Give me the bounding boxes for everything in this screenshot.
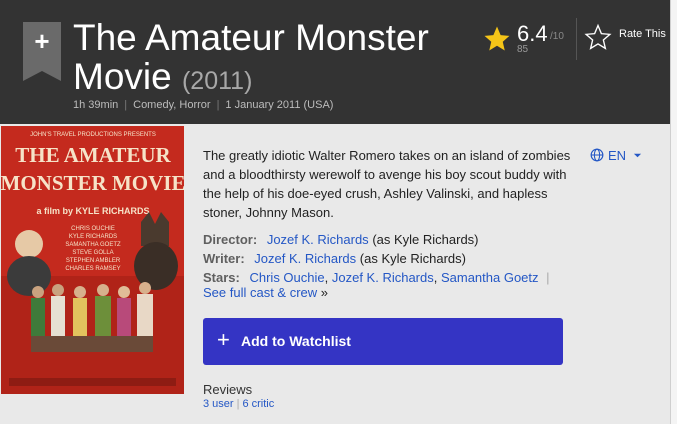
poster-image[interactable]: JOHN'S TRAVEL PRODUCTIONS PRESENTS THE A… [1,126,184,394]
release-date-link[interactable]: 1 January 2011 (USA) [225,99,333,111]
plus-icon: + [34,26,50,56]
reviews-heading: Reviews [203,382,253,397]
star-link[interactable]: Samantha Goetz [441,270,539,285]
stars-credit: Stars: Chris Ouchie, Jozef K. Richards, … [203,270,550,285]
title-header: + The Amateur Monster Movie (2011) 1h 39… [0,0,670,124]
title-page: + The Amateur Monster Movie (2011) 1h 39… [0,0,677,424]
add-to-watchlist-button[interactable]: + Add to Watchlist [203,318,563,365]
runtime: 1h 39min [73,99,119,111]
full-cast-link[interactable]: See full cast & crew [203,285,317,300]
poster-artwork: JOHN'S TRAVEL PRODUCTIONS PRESENTS THE A… [1,126,184,394]
poster-cast-name: CHARLES RAMSEY [65,266,120,272]
full-cast-row: See full cast & crew » [203,285,328,300]
user-reviews-link[interactable]: 3 user [203,398,234,410]
director-label: Director: [203,232,258,247]
poster-cast-name: KYLE RICHARDS [69,234,117,240]
movie-year: (2011) [181,67,253,95]
divider [576,18,577,60]
writer-link[interactable]: Jozef K. Richards [254,251,356,266]
scrollbar[interactable] [670,0,677,424]
reviews-links: 3 user | 6 critic [203,398,275,410]
writer-note: (as Kyle Richards) [359,251,466,266]
rate-this-button[interactable]: Rate This [583,22,673,54]
poster-credit: a film by KYLE RICHARDS [36,206,149,216]
director-link[interactable]: Jozef K. Richards [267,232,369,247]
poster-cast-name: SAMANTHA GOETZ [65,242,121,248]
writer-credit: Writer: Jozef K. Richards (as Kyle Richa… [203,251,466,266]
add-to-watchlist-label: Add to Watchlist [241,333,351,349]
rating-count[interactable]: 85 [517,44,528,55]
watchlist-ribbon-button[interactable]: + [23,22,61,81]
writer-label: Writer: [203,251,245,266]
title-subtext: 1h 39min | Comedy, Horror | 1 January 2011 (… [73,99,334,111]
poster-cast-name: STEVE GOLLA [72,250,113,256]
director-note: (as Kyle Richards) [372,232,479,247]
poster-presents: JOHN'S TRAVEL PRODUCTIONS PRESENTS [30,132,156,138]
star-link[interactable]: Jozef K. Richards [332,270,434,285]
star-link[interactable]: Chris Ouchie [249,270,324,285]
plus-icon: + [217,327,230,352]
caret-down-icon [633,153,641,158]
plot-summary: The greatly idiotic Walter Romero takes … [203,146,573,222]
full-cast-arrow: » [320,285,329,300]
imdb-rating: 6.4 /10 85 [482,21,572,61]
poster-cast-name: CHRIS OUCHIE [71,226,115,232]
globe-icon [590,148,604,162]
page-title: The Amateur Monster Movie (2011) [73,18,453,101]
critic-reviews-link[interactable]: 6 critic [242,398,274,410]
stars-label: Stars: [203,270,240,285]
poster-cast-name: STEPHEN AMBLER [66,258,121,264]
star-icon [484,26,510,51]
language-code: EN [608,148,627,163]
rating-out-of: /10 [550,31,564,42]
language-selector[interactable]: EN [590,148,646,163]
summary-text: The greatly idiotic Walter Romero takes … [203,148,571,220]
rate-this-label: Rate This [619,28,666,40]
star-outline-icon [584,23,612,50]
poster-title-line1: THE AMATEUR [15,143,171,167]
director-credit: Director: Jozef K. Richards (as Kyle Ric… [203,232,479,247]
poster-title-line2: MONSTER MOVIE [1,171,184,195]
genres-link[interactable]: Comedy, Horror [133,99,210,111]
